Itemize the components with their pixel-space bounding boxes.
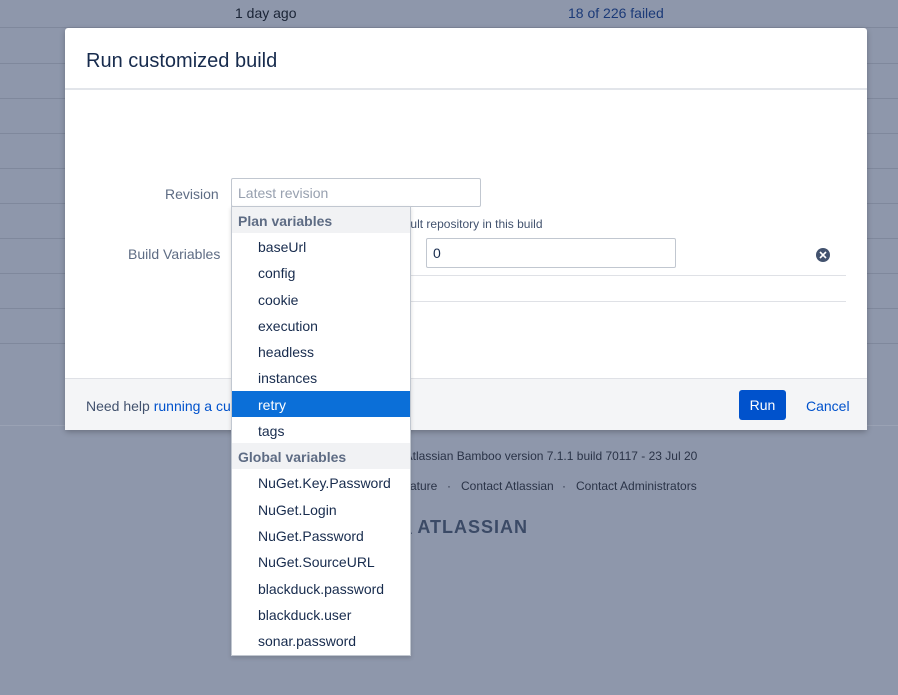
footer-version: y Atlassian Bamboo version 7.1.1 build 7… (396, 449, 698, 463)
dialog-body: Revision Use a specific revision of the … (65, 90, 867, 378)
group-header-global-variables: Global variables (232, 443, 410, 470)
run-customized-build-dialog: Run customized build Revision Use a spec… (65, 28, 867, 430)
run-button[interactable]: Run (739, 390, 786, 420)
close-icon (819, 251, 827, 259)
help-text: Need help running a cus (86, 398, 238, 414)
option-execution[interactable]: execution (232, 312, 410, 338)
group-header-plan-variables: Plan variables (232, 207, 410, 233)
build-time: 1 day ago (235, 5, 297, 21)
footer-feature-link[interactable]: ature (410, 479, 437, 493)
variable-dropdown-list: Plan variables baseUrl config cookie exe… (231, 206, 411, 656)
help-link[interactable]: running a cus (154, 398, 238, 414)
option-nuget-password[interactable]: NuGet.Password (232, 522, 410, 548)
dialog-title: Run customized build (86, 50, 278, 72)
cancel-button[interactable]: Cancel (806, 398, 850, 414)
build-status-link[interactable]: 18 of 226 failed (568, 5, 664, 21)
atlassian-logo-text: ATLASSIAN (417, 517, 529, 537)
remove-variable-button[interactable] (816, 248, 830, 262)
dialog-footer: Need help running a cus Run Cancel (65, 378, 867, 430)
option-config[interactable]: config (232, 259, 410, 285)
option-cookie[interactable]: cookie (232, 286, 410, 312)
dialog-header: Run customized build (65, 28, 867, 90)
option-headless[interactable]: headless (232, 338, 410, 364)
revision-input[interactable] (231, 178, 481, 207)
help-prefix: Need help (86, 398, 150, 414)
option-instances[interactable]: instances (232, 364, 410, 390)
option-nuget-key-password[interactable]: NuGet.Key.Password (232, 469, 410, 495)
option-nuget-sourceurl[interactable]: NuGet.SourceURL (232, 548, 410, 574)
option-nuget-login[interactable]: NuGet.Login (232, 496, 410, 522)
option-baseurl[interactable]: baseUrl (232, 233, 410, 259)
atlassian-logo: ATLASSIAN (398, 517, 528, 538)
footer-contact-atlassian[interactable]: Contact Atlassian (461, 479, 554, 493)
build-variables-label: Build Variables (128, 246, 221, 262)
option-blackduck-password[interactable]: blackduck.password (232, 575, 410, 601)
option-sonar-password[interactable]: sonar.password (232, 627, 410, 653)
option-blackduck-user[interactable]: blackduck.user (232, 601, 410, 627)
variable-value-input[interactable] (426, 238, 676, 268)
footer-dot: · (447, 479, 451, 493)
footer-contact-admins[interactable]: Contact Administrators (576, 479, 697, 493)
footer-dot: · (562, 479, 566, 493)
revision-label: Revision (165, 186, 219, 202)
option-tags[interactable]: tags (232, 417, 410, 443)
option-retry[interactable]: retry (232, 390, 410, 418)
